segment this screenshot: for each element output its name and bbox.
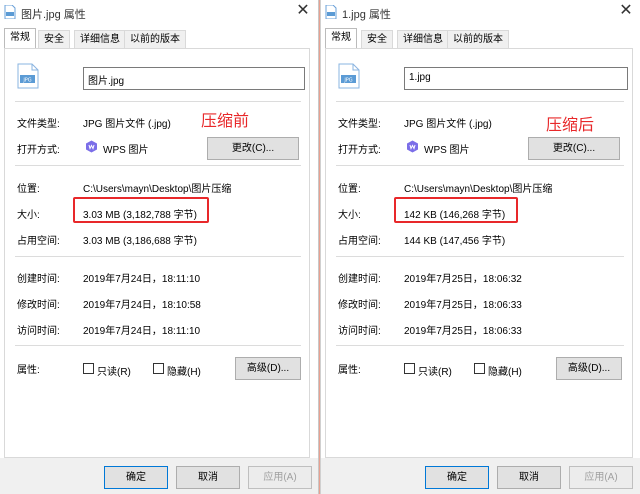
annotation-after: 压缩后 xyxy=(546,115,595,134)
general-panel: JPG 1.jpg 文件类型: JPG 图片文件 (.jpg) 压缩后 打开方式… xyxy=(325,48,633,458)
close-icon[interactable]: ✕ xyxy=(294,2,312,20)
close-icon[interactable]: ✕ xyxy=(617,2,635,20)
open-with-value: WPS 图片 xyxy=(424,145,470,156)
separator xyxy=(15,101,301,102)
wps-icon xyxy=(407,140,418,153)
hidden-checkbox[interactable] xyxy=(153,363,164,374)
cancel-button[interactable]: 取消 xyxy=(497,466,561,489)
filename-field[interactable]: 1.jpg xyxy=(404,67,628,90)
accessed-label: 访问时间: xyxy=(338,326,381,337)
advanced-button[interactable]: 高级(D)... xyxy=(235,357,301,380)
ok-button[interactable]: 确定 xyxy=(425,466,489,489)
separator xyxy=(15,345,301,346)
tab-previous-versions[interactable]: 以前的版本 xyxy=(447,30,509,48)
accessed-label: 访问时间: xyxy=(17,326,60,337)
readonly-label: 只读(R) xyxy=(418,367,452,378)
tab-security[interactable]: 安全 xyxy=(361,30,393,48)
properties-dialog-left: 图片.jpg 属性 ✕ 常规 安全 详细信息 以前的版本 JPG 图片.jpg … xyxy=(0,0,319,494)
size-on-disk-value: 3.03 MB (3,186,688 字节) xyxy=(83,236,197,247)
tab-general[interactable]: 常规 xyxy=(4,28,36,48)
tab-details[interactable]: 详细信息 xyxy=(397,30,449,48)
tab-details[interactable]: 详细信息 xyxy=(74,30,126,48)
tab-general[interactable]: 常规 xyxy=(325,28,357,48)
created-label: 创建时间: xyxy=(338,274,381,285)
separator xyxy=(15,165,301,166)
accessed-value: 2019年7月25日，18:06:33 xyxy=(404,326,522,337)
highlight-box xyxy=(73,197,209,223)
ok-button[interactable]: 确定 xyxy=(104,466,168,489)
created-label: 创建时间: xyxy=(17,274,60,285)
attributes-label: 属性: xyxy=(17,365,40,376)
jpg-file-icon xyxy=(4,5,16,19)
jpg-file-icon xyxy=(325,5,337,19)
svg-text:JPG: JPG xyxy=(343,78,352,84)
attributes-label: 属性: xyxy=(338,365,361,376)
size-label: 大小: xyxy=(17,210,40,221)
separator xyxy=(15,256,301,257)
annotation-before: 压缩前 xyxy=(201,111,250,130)
filename-value: 图片.jpg xyxy=(88,76,125,87)
location-value: C:\Users\mayn\Desktop\图片压缩 xyxy=(83,184,232,195)
filename-field[interactable]: 图片.jpg xyxy=(83,67,305,90)
general-panel: JPG 图片.jpg 文件类型: JPG 图片文件 (.jpg) 压缩前 打开方… xyxy=(4,48,310,458)
readonly-label: 只读(R) xyxy=(97,367,131,378)
file-type-value: JPG 图片文件 (.jpg) xyxy=(404,119,492,130)
jpg-file-icon: JPG xyxy=(338,63,360,89)
window-title: 图片.jpg 属性 xyxy=(21,9,86,21)
properties-dialog-right: 1.jpg 属性 ✕ 常规 安全 详细信息 以前的版本 JPG 1.jpg 文件… xyxy=(320,0,640,494)
cancel-button[interactable]: 取消 xyxy=(176,466,240,489)
accessed-value: 2019年7月24日，18:11:10 xyxy=(83,326,201,337)
jpg-file-icon: JPG xyxy=(17,63,39,89)
apply-button[interactable]: 应用(A) xyxy=(248,466,312,489)
file-type-label: 文件类型: xyxy=(338,119,381,130)
change-button[interactable]: 更改(C)... xyxy=(207,137,299,160)
file-type-value: JPG 图片文件 (.jpg) xyxy=(83,119,171,130)
file-type-label: 文件类型: xyxy=(17,119,60,130)
dialog-footer: 确定 取消 应用(A) xyxy=(0,458,318,494)
title-bar: 图片.jpg 属性 ✕ xyxy=(0,0,318,24)
open-with-value: WPS 图片 xyxy=(103,145,149,156)
hidden-checkbox[interactable] xyxy=(474,363,485,374)
created-value: 2019年7月25日，18:06:32 xyxy=(404,274,522,285)
tab-security[interactable]: 安全 xyxy=(38,30,70,48)
size-on-disk-label: 占用空间: xyxy=(17,236,60,247)
modified-label: 修改时间: xyxy=(338,300,381,311)
location-label: 位置: xyxy=(338,184,361,195)
wps-icon xyxy=(86,140,97,153)
separator xyxy=(336,165,624,166)
filename-value: 1.jpg xyxy=(409,72,431,83)
modified-value: 2019年7月24日，18:10:58 xyxy=(83,300,201,311)
title-bar: 1.jpg 属性 ✕ xyxy=(321,0,640,24)
highlight-box xyxy=(394,197,518,223)
dialog-footer: 确定 取消 应用(A) xyxy=(321,458,640,494)
apply-button[interactable]: 应用(A) xyxy=(569,466,633,489)
modified-value: 2019年7月25日，18:06:33 xyxy=(404,300,522,311)
open-with-label: 打开方式: xyxy=(17,145,60,156)
readonly-checkbox[interactable] xyxy=(83,363,94,374)
change-button[interactable]: 更改(C)... xyxy=(528,137,620,160)
tab-previous-versions[interactable]: 以前的版本 xyxy=(124,30,186,48)
size-on-disk-value: 144 KB (147,456 字节) xyxy=(404,236,506,247)
modified-label: 修改时间: xyxy=(17,300,60,311)
readonly-checkbox[interactable] xyxy=(404,363,415,374)
open-with-label: 打开方式: xyxy=(338,145,381,156)
size-on-disk-label: 占用空间: xyxy=(338,236,381,247)
separator xyxy=(336,256,624,257)
created-value: 2019年7月24日，18:11:10 xyxy=(83,274,201,285)
hidden-label: 隐藏(H) xyxy=(167,367,201,378)
size-label: 大小: xyxy=(338,210,361,221)
location-value: C:\Users\mayn\Desktop\图片压缩 xyxy=(404,184,553,195)
separator xyxy=(336,101,624,102)
advanced-button[interactable]: 高级(D)... xyxy=(556,357,622,380)
hidden-label: 隐藏(H) xyxy=(488,367,522,378)
separator xyxy=(336,345,624,346)
location-label: 位置: xyxy=(17,184,40,195)
window-title: 1.jpg 属性 xyxy=(342,9,391,21)
svg-text:JPG: JPG xyxy=(22,78,31,84)
